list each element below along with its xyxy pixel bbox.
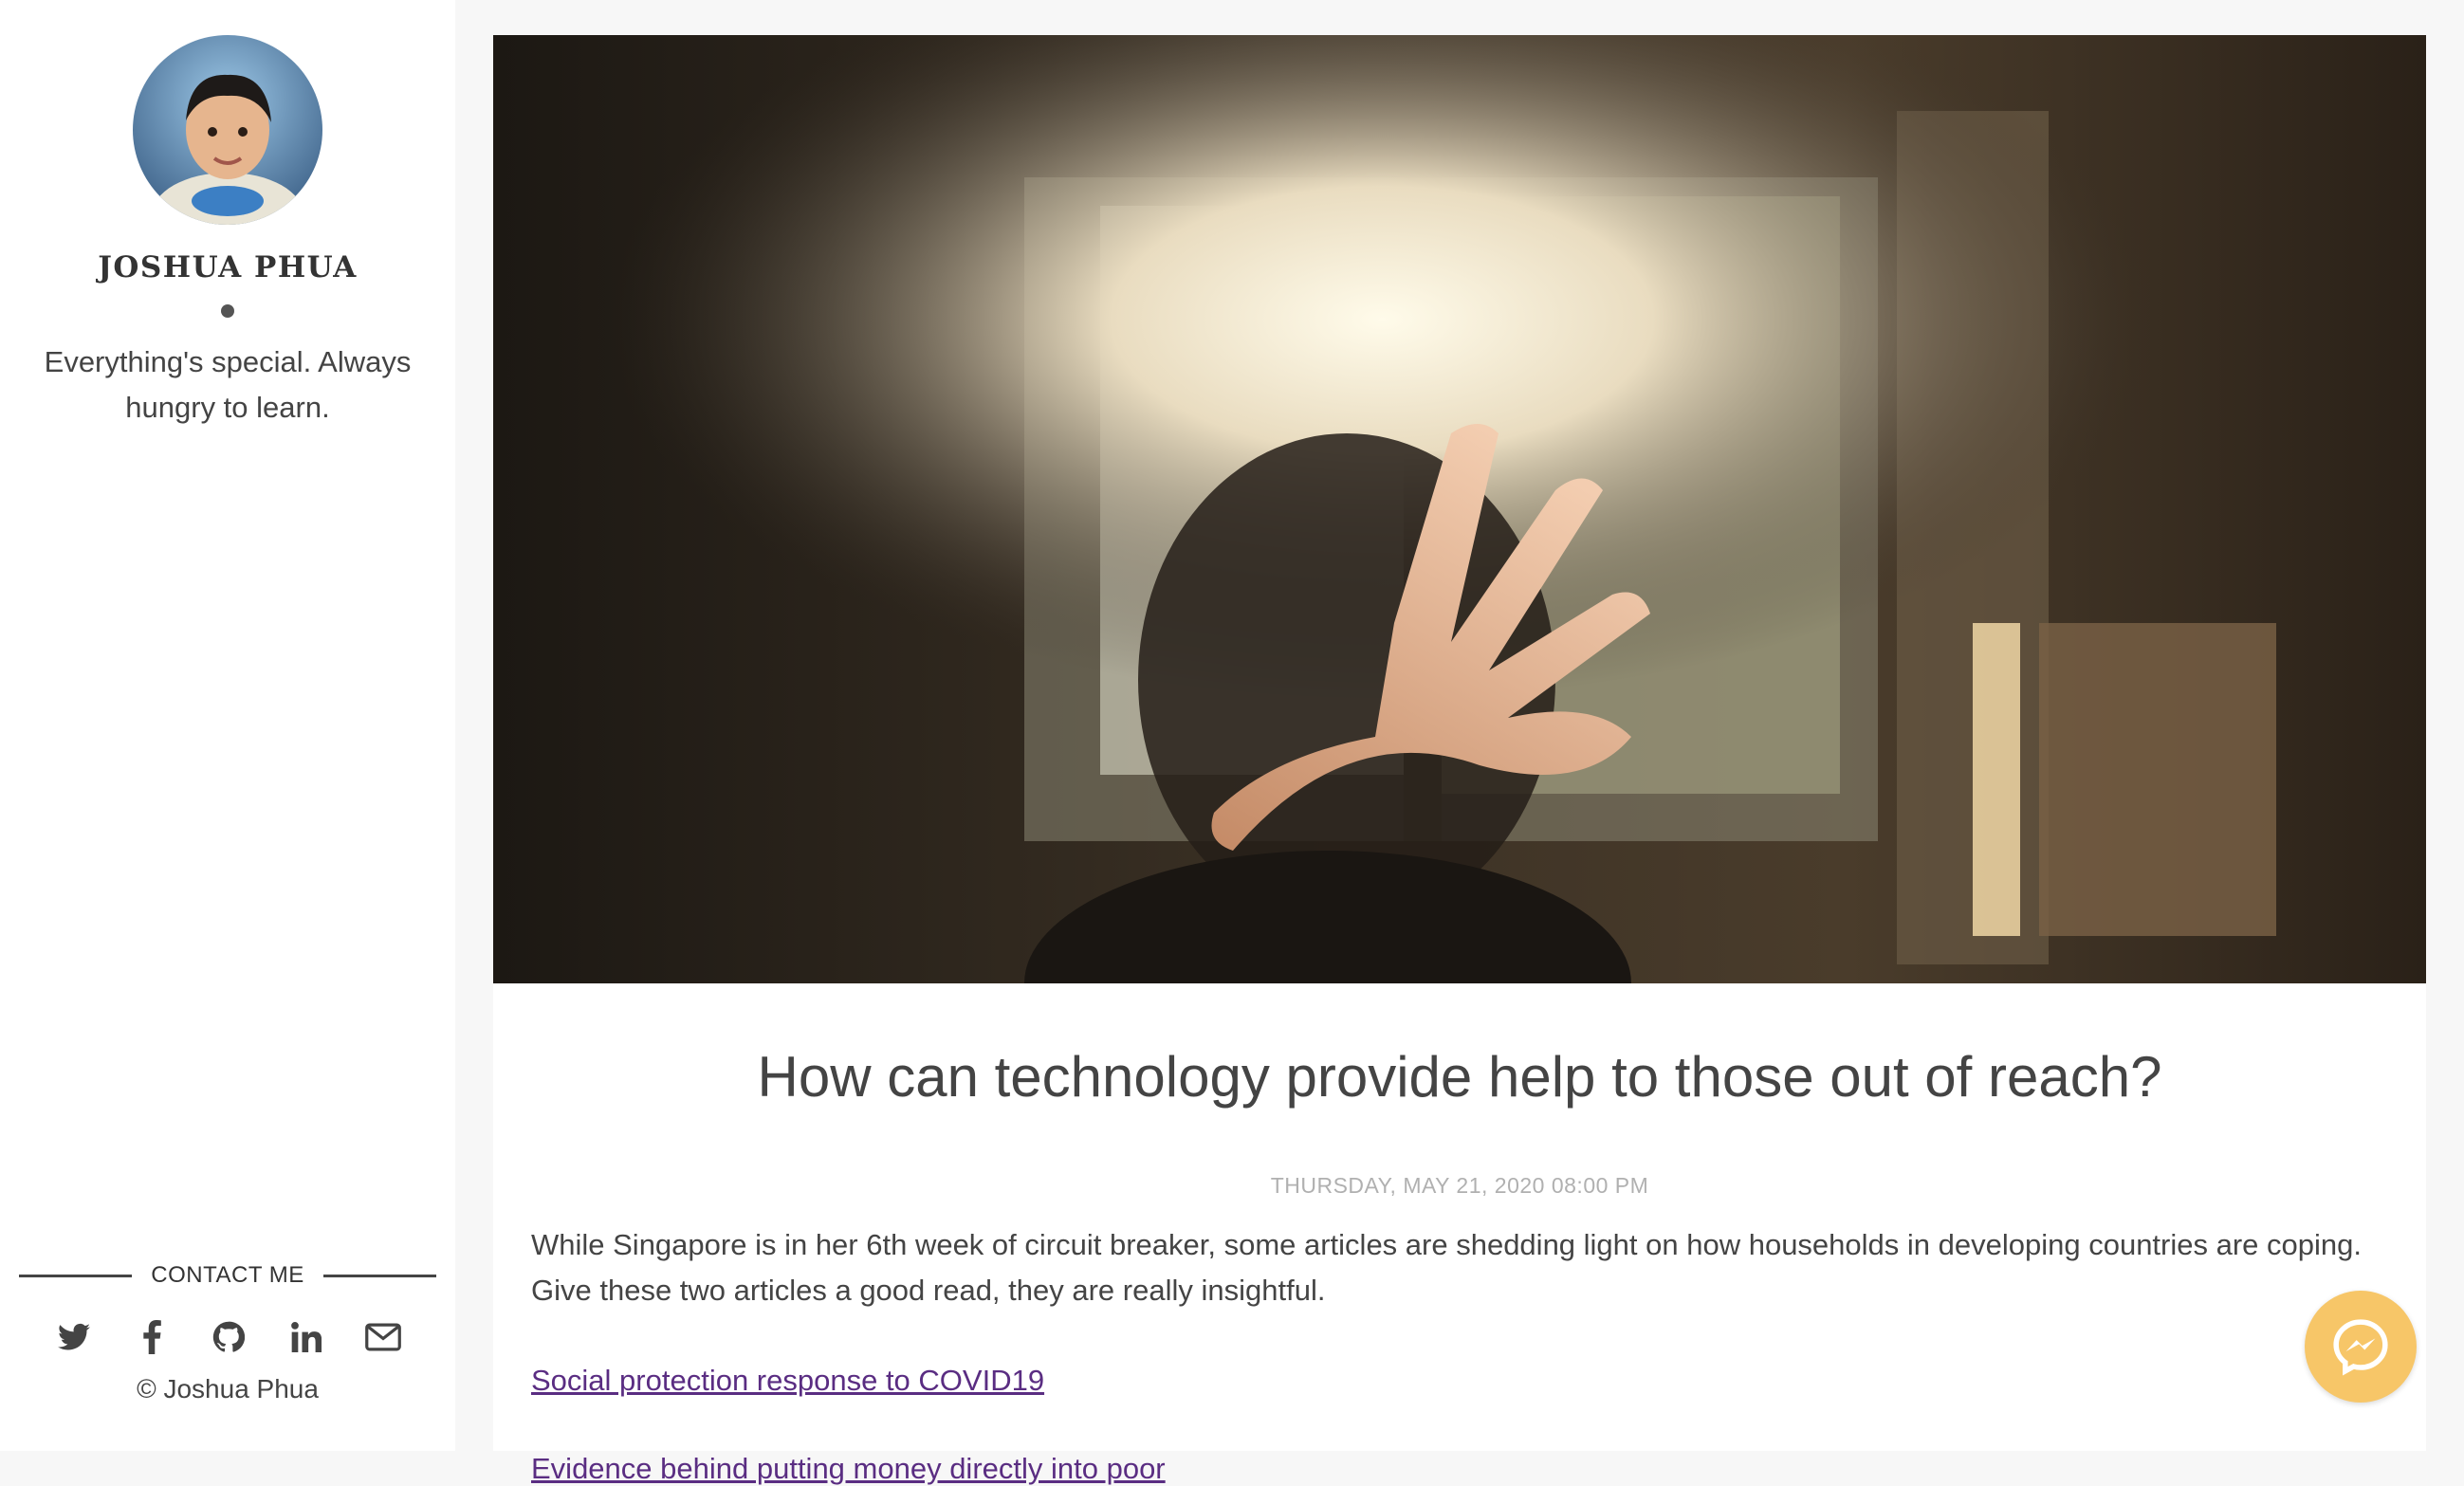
mail-icon[interactable]: [364, 1318, 402, 1356]
github-icon[interactable]: [210, 1318, 248, 1356]
divider: [322, 1274, 437, 1277]
avatar[interactable]: [133, 35, 322, 225]
copyright-text: © Joshua Phua: [137, 1374, 319, 1403]
messenger-icon: [2333, 1319, 2388, 1376]
divider: [19, 1274, 133, 1277]
separator-dot: [221, 304, 234, 318]
messenger-chat-button[interactable]: [2305, 1291, 2417, 1403]
sidebar: JOSHUA PHUA Everything's special. Always…: [0, 0, 455, 1451]
post-date: THURSDAY, MAY 21, 2020 08:00 PM: [1270, 1173, 1649, 1198]
contact-label: CONTACT ME: [151, 1262, 304, 1288]
twitter-icon[interactable]: [55, 1318, 93, 1356]
hero-image: [493, 35, 2426, 983]
post-title: How can technology provide help to those…: [757, 1045, 2162, 1109]
author-name[interactable]: JOSHUA PHUA: [0, 250, 455, 284]
article-link[interactable]: Evidence behind putting money directly i…: [531, 1452, 1166, 1486]
facebook-icon[interactable]: [133, 1318, 171, 1356]
social-links: [55, 1315, 402, 1359]
post-card: How can technology provide help to those…: [493, 35, 2426, 1485]
article-link[interactable]: Social protection response to COVID19: [531, 1364, 1044, 1398]
post-intro: While Singapore is in her 6th week of ci…: [531, 1228, 2362, 1307]
contact-heading: CONTACT ME: [19, 1257, 437, 1294]
linkedin-icon[interactable]: [287, 1318, 325, 1356]
author-tagline: Everything's special. Always hungry to l…: [44, 345, 412, 424]
